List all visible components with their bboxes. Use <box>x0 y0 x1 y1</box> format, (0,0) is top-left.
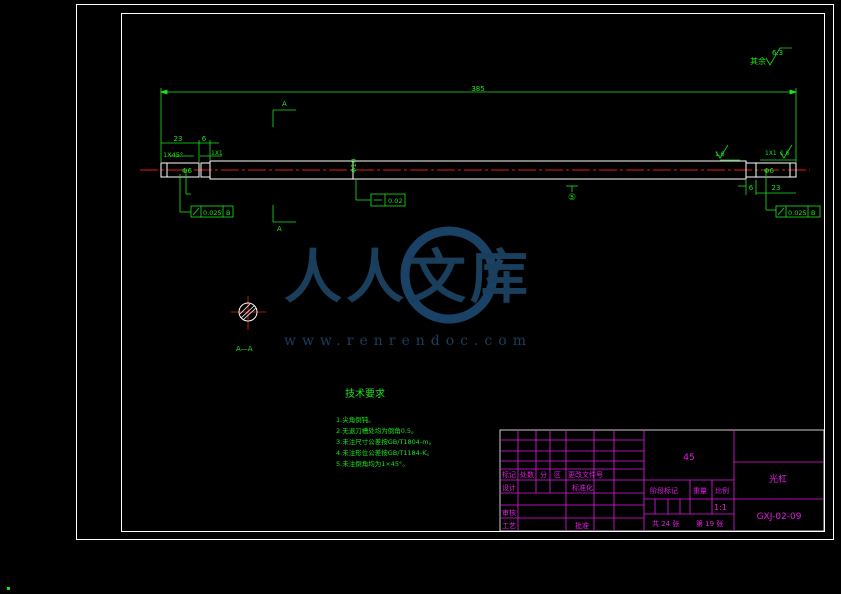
middle-tolerance-text: 0.02 <box>388 197 402 205</box>
section-cut-marks <box>272 109 296 223</box>
watermark: 人人文库 www.renrendoc.com <box>284 226 532 349</box>
tb-drawing-no: GXJ-02-09 <box>757 512 802 522</box>
right-groove-text: 6 <box>749 184 754 192</box>
tb-sheets-total: 共 24 张 <box>652 519 679 528</box>
tech-req-title: 技术要求 <box>345 387 385 400</box>
tb-approve-label: 批准 <box>575 521 589 530</box>
tb-weight: 重量 <box>693 487 707 495</box>
roughness-rest-label: 其余 <box>750 56 766 66</box>
tb-row-label-zone: 区 <box>554 471 561 479</box>
tb-row-label-div: 分 <box>540 470 547 479</box>
cad-drawing-canvas: 人人文库 www.renrendoc.com 385 23 6 1X45° 1X… <box>7 4 834 590</box>
section-mark-top: A <box>282 100 287 108</box>
middle-dia-text: Φ10 <box>350 159 358 173</box>
tb-process-label: 工艺 <box>502 522 516 530</box>
left-tolerance-text: 0.025 <box>203 209 222 217</box>
tech-req-item: 5.未注倒角均为1×45°。 <box>336 459 409 468</box>
left-datum-text: B <box>226 209 230 217</box>
tb-row-label-mark: 标记 <box>502 470 516 479</box>
tb-scale-label: 比例 <box>715 486 729 495</box>
tb-row-label-count: 处数 <box>520 470 534 479</box>
left-shaft-dia-text: Φ6 <box>182 167 193 175</box>
tb-stage-mark: 阶段标记 <box>650 486 678 495</box>
tb-row-label-changefile: 更改文件号 <box>568 470 603 479</box>
section-view <box>231 296 266 330</box>
tb-sheet-no: 第 19 张 <box>696 519 723 528</box>
tb-scale-value: 1:1 <box>714 503 727 512</box>
tech-req-item: 3.未注尺寸公差按GB/T1804-m。 <box>336 437 435 446</box>
left-chamfer-text: 1X45° <box>163 151 183 159</box>
right-shaft-dia-text: Φ6 <box>764 167 775 175</box>
tech-req-item: 2.无退刀槽处均为倒角0.5。 <box>336 426 418 435</box>
right-step-text: 1X1 <box>765 150 777 157</box>
left-segment-text: 23 <box>174 135 183 143</box>
right-tolerance-text: 0.025 <box>788 209 807 217</box>
section-mark-bottom: A <box>277 225 282 233</box>
tech-req-item: 4.未注形位公差按GB/T1184-K。 <box>336 448 433 457</box>
tech-req-item: 1.尖角倒钝。 <box>336 415 375 424</box>
tb-design-label: 设计 <box>502 483 516 492</box>
tb-material: 45 <box>683 453 694 463</box>
corner-marker <box>7 587 10 590</box>
left-step-text: 1X1 <box>211 150 223 157</box>
tb-standardize-label: 标准化 <box>572 483 593 492</box>
right-segment-text: 23 <box>772 184 781 192</box>
tb-part-name: 光杠 <box>769 473 787 485</box>
watermark-url: www.renrendoc.com <box>284 333 532 349</box>
roughness-value: 6.3 <box>772 49 783 57</box>
overall-length-text: 385 <box>471 85 484 93</box>
right-rough-text: 1.6 <box>780 150 790 157</box>
balloon-number: ⑤ <box>568 193 576 203</box>
overall-length-dim <box>159 88 798 162</box>
right-datum-text: B <box>811 209 815 217</box>
tb-review-label: 审核 <box>502 508 516 517</box>
right-small-dim-text: 1.6 <box>715 151 725 158</box>
left-groove-text: 6 <box>202 135 207 143</box>
section-label: A—A <box>236 345 253 353</box>
watermark-text: 人人文库 <box>284 243 532 311</box>
